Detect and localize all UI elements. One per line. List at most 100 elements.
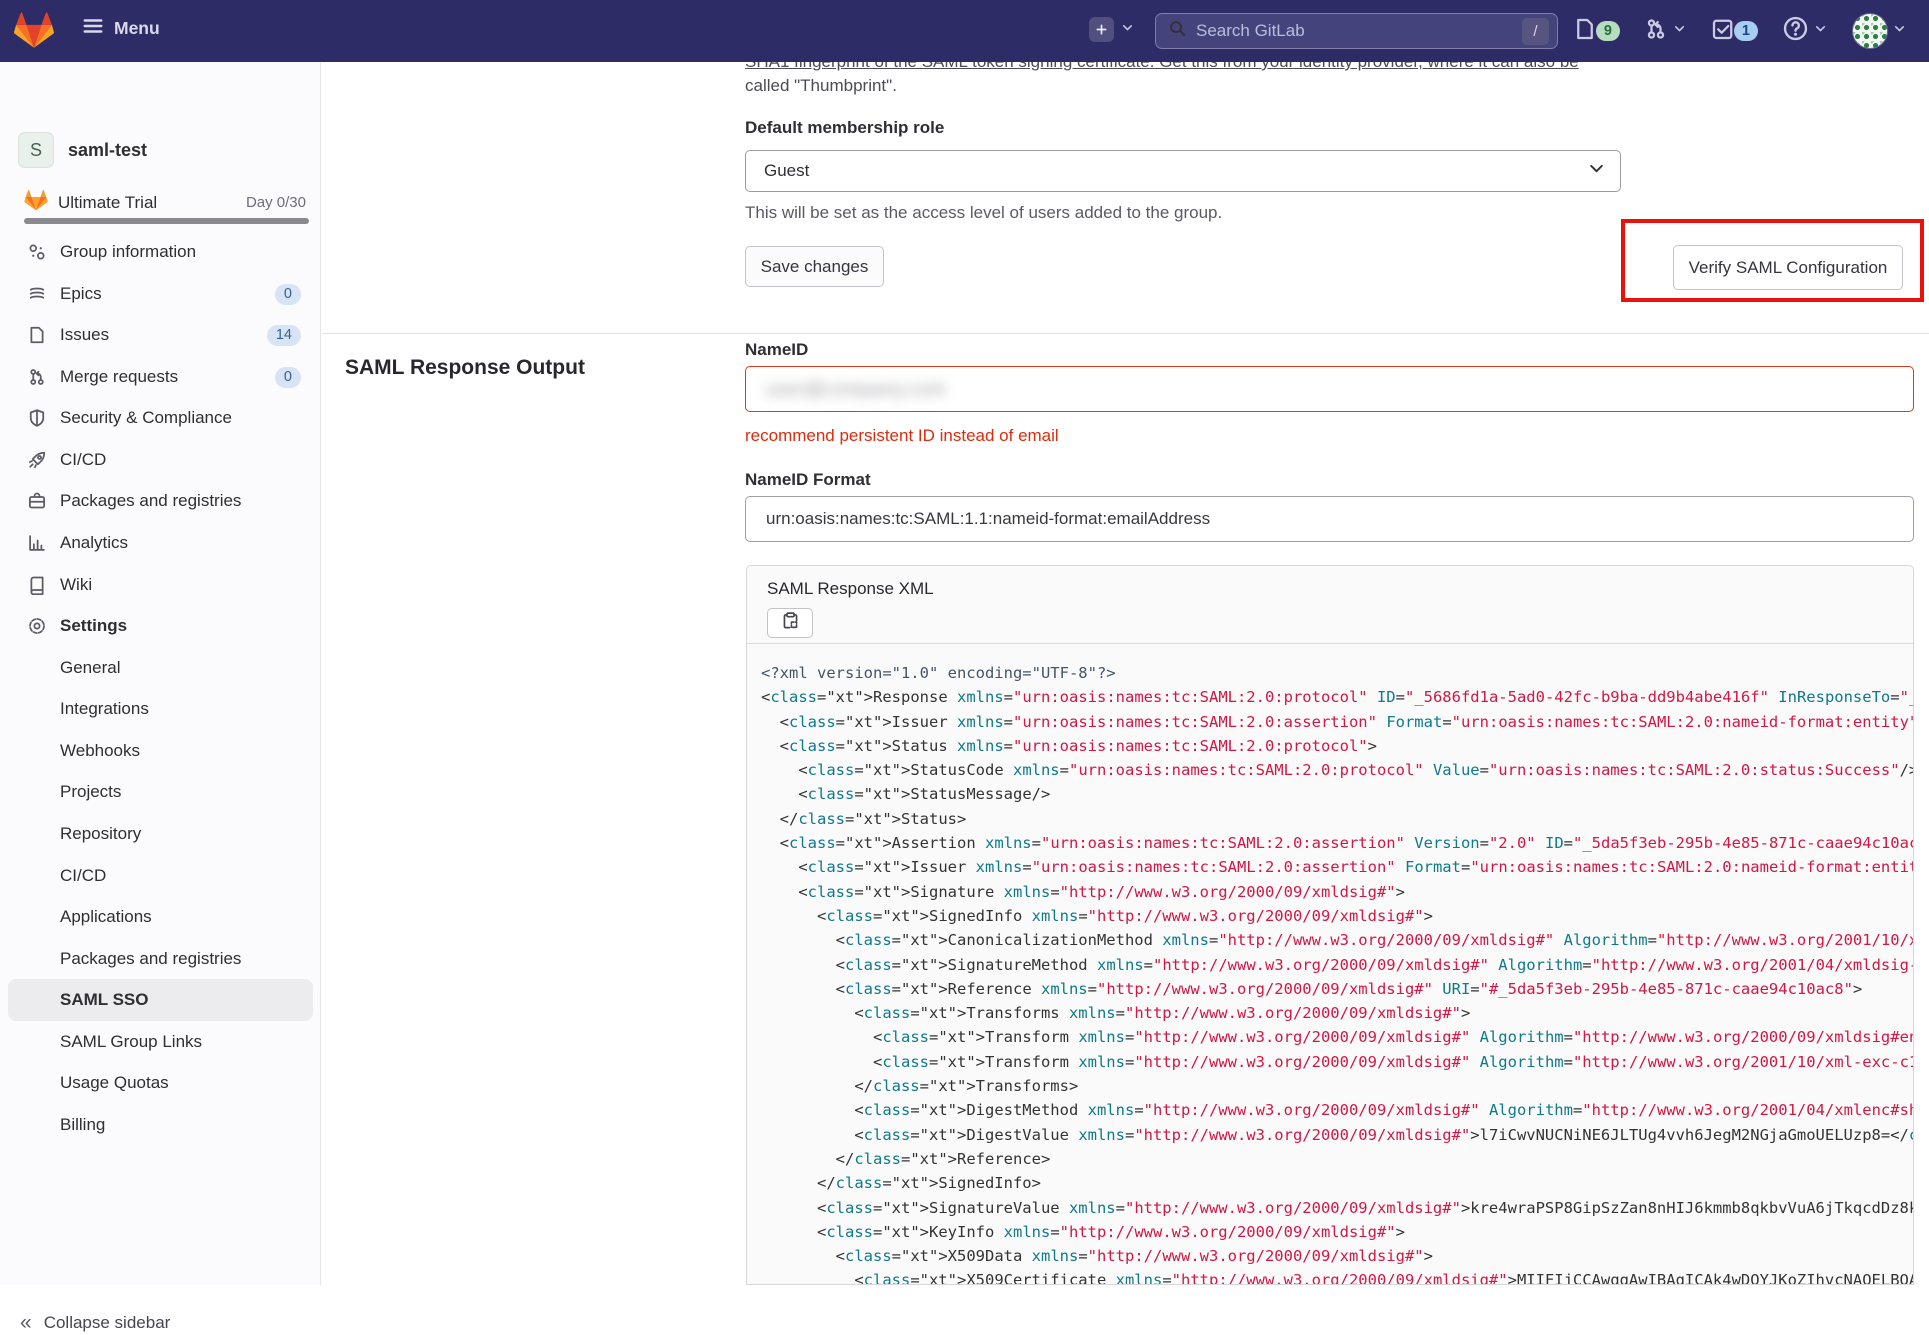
count-badge: 0 [274,366,301,388]
sidebar-item-billing[interactable]: Billing [8,1104,313,1146]
trial-label: Ultimate Trial [58,192,158,212]
sidebar-item-epics[interactable]: Epics 0 [8,273,313,315]
section-divider [322,333,1929,334]
annotation-highlight-box [1621,219,1924,302]
group-information-icon [27,242,47,262]
sidebar-item-issues[interactable]: Issues 14 [8,314,313,356]
sidebar-item-label: Repository [60,824,142,843]
nameid-format-value: urn:oasis:names:tc:SAML:1.1:nameid-forma… [766,509,1211,528]
sidebar-item-projects[interactable]: Projects [8,771,313,813]
sidebar-item-label: Integrations [60,699,149,718]
sidebar-item-label: SAML SSO [60,990,149,1009]
sidebar-item-applications[interactable]: Applications [8,896,313,938]
issues-icon [27,325,47,345]
issues-dashboard-button[interactable]: 9 [1573,17,1620,46]
help-menu[interactable] [1782,15,1828,47]
collapse-sidebar-button[interactable]: « Collapse sidebar [20,1311,170,1335]
tanuki-trial-icon [24,189,48,216]
sidebar-item-label: Webhooks [60,741,141,760]
save-changes-button[interactable]: Save changes [745,246,884,287]
plus-icon [1089,17,1114,42]
sidebar-item-ci-cd[interactable]: CI/CD [8,855,313,897]
role-help-text: This will be set as the access level of … [745,203,1223,222]
gear-icon [27,616,47,636]
todos-button[interactable]: 1 [1711,17,1758,46]
trial-progress-bar [24,218,309,224]
count-badge: 0 [274,283,301,305]
merge-request-icon [1644,17,1668,46]
nameid-input[interactable]: user@company.com [745,366,1914,412]
sidebar-item-label: Group information [60,242,197,261]
sidebar-item-label: Security & Compliance [60,408,232,427]
default-membership-role-select[interactable]: Guest [745,150,1621,192]
search-input[interactable] [1196,21,1522,41]
sidebar-item-usage-quotas[interactable]: Usage Quotas [8,1062,313,1104]
sidebar-item-label: Wiki [60,575,93,594]
sidebar-item-packages-and-registries[interactable]: Packages and registries [8,480,313,522]
chevron-down-icon [1672,21,1687,41]
sidebar-item-saml-group-links[interactable]: SAML Group Links [8,1021,313,1063]
sidebar-item-label: Issues [60,325,110,344]
search-shortcut-key: / [1522,17,1549,45]
help-icon [1782,15,1809,47]
sidebar-item-label: Epics [60,284,102,303]
sidebar-item-general[interactable]: General [8,647,313,689]
issues-count-badge: 9 [1595,21,1620,41]
nameid-value-redacted: user@company.com [766,378,946,399]
sidebar-item-wiki[interactable]: Wiki [8,564,313,606]
sidebar-item-integrations[interactable]: Integrations [8,688,313,730]
section-title: SAML Response Output [345,356,585,379]
nameid-warning-text: recommend persistent ID instead of email [745,426,1059,445]
sidebar-item-label: Packages and registries [60,949,242,968]
package-icon [27,491,47,511]
collapse-sidebar-label: Collapse sidebar [43,1313,171,1332]
sidebar-item-group-information[interactable]: Group information [8,231,313,273]
chevron-down-icon [1587,159,1606,183]
clipboard-icon [781,611,800,635]
selected-role-value: Guest [764,161,810,180]
xml-code: <?xml version="1.0" encoding="UTF-8"?> <c… [761,664,1913,1285]
sidebar-item-label: General [60,658,121,677]
book-icon [27,575,47,596]
chevron-down-icon [1120,20,1135,40]
sidebar-item-security-compliance[interactable]: Security & Compliance [8,397,313,439]
gitlab-logo-icon[interactable] [14,11,54,54]
trial-status[interactable]: Ultimate Trial Day 0/30 [24,189,306,216]
sidebar-item-analytics[interactable]: Analytics [8,522,313,564]
nameid-format-label: NameID Format [745,470,871,489]
user-menu[interactable] [1852,13,1907,49]
todo-check-icon [1711,17,1735,46]
copy-to-clipboard-button[interactable] [767,608,813,638]
group-name: saml-test [68,139,148,160]
left-sidebar: S saml-test Ultimate Trial Day 0/30 Grou… [0,62,321,1334]
sidebar-item-label: Billing [60,1115,106,1134]
nameid-format-input[interactable]: urn:oasis:names:tc:SAML:1.1:nameid-forma… [745,496,1914,542]
group-header[interactable]: S saml-test [18,132,147,168]
sidebar-item-label: SAML Group Links [60,1032,203,1051]
sidebar-item-label: Projects [60,782,122,801]
sidebar-item-webhooks[interactable]: Webhooks [8,730,313,772]
merge-requests-menu[interactable] [1644,17,1687,46]
hamburger-icon [82,15,104,42]
chevron-down-icon [1813,21,1828,41]
menu-button[interactable]: Menu [82,15,160,42]
chart-icon [27,533,47,553]
shield-icon [27,408,47,428]
sidebar-item-merge-requests[interactable]: Merge requests 0 [8,356,313,398]
sidebar-item-packages-and-registries[interactable]: Packages and registries [8,938,313,980]
xml-panel-title: SAML Response XML [767,579,934,598]
group-avatar: S [18,132,54,168]
sidebar-item-saml-sso[interactable]: SAML SSO [8,979,313,1021]
sidebar-item-repository[interactable]: Repository [8,813,313,855]
default-membership-role-label: Default membership role [745,118,945,137]
double-chevron-left-icon: « [20,1311,32,1334]
search-bar[interactable]: / [1155,13,1558,49]
sidebar-item-settings[interactable]: Settings [8,605,313,647]
trial-day-count: Day 0/30 [245,194,306,211]
sidebar-item-label: Merge requests [60,367,179,386]
count-badge: 14 [266,324,301,346]
top-navbar: Menu / 9 1 [0,0,1929,62]
sidebar-item-ci-cd[interactable]: CI/CD [8,439,313,481]
new-item-menu[interactable] [1089,17,1135,42]
chevron-down-icon [1892,21,1907,41]
